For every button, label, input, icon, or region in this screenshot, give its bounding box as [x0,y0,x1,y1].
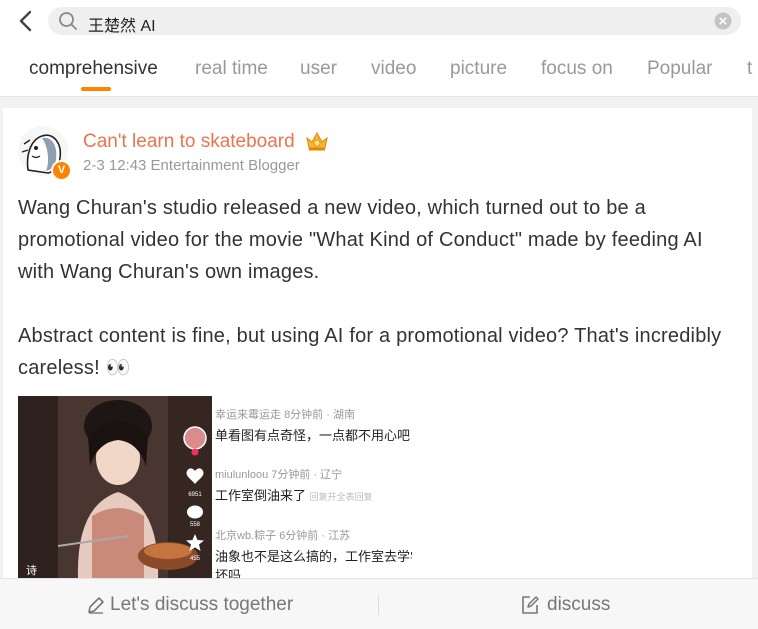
comment-3-text: 油象也不是这么搞的，工作室去学学 [215,549,412,564]
search-bar[interactable]: 王楚然 AI [48,7,741,35]
clear-icon[interactable] [714,12,732,30]
comment-2-user: miulunloou [215,469,269,481]
comment-1-time: 8分钟前 · 湖南 [284,409,355,421]
tab-video[interactable]: video [371,58,416,80]
comment-3-meta: 北京wb.粽子 6分钟前 · 江苏 [215,527,350,543]
discuss-button[interactable]: discuss [547,594,610,616]
vip-crown-icon [306,131,328,151]
verified-badge-icon: V [51,160,72,181]
tab-real-time[interactable]: real time [195,58,268,80]
video-side-icons: 6951 558 455 [182,424,208,578]
tab-user[interactable]: user [300,58,337,80]
comment-2-extra: 回复开全表回复 [309,492,373,502]
post-paragraph-1: Wang Churan's studio released a new vide… [18,197,703,283]
active-tab-indicator [81,87,111,91]
post-meta: 2-3 12:43 Entertainment Blogger [83,157,300,174]
top-bar: 王楚然 AI comprehensive real time user vide… [0,0,758,97]
comment-1-meta: 幸运来霉运走 8分钟前 · 湖南 [215,406,355,422]
comment-3-time: 6分钟前 · 江苏 [279,530,351,542]
likes-count: 6951 [188,492,202,498]
comment-1-text: 单看图有点奇怪，一点都不用心吧 [215,428,411,443]
video-corner-text: 诗 [26,565,37,577]
post-image[interactable]: 6951 558 455 诗 幸运来霉运走 8分钟前 · 湖南 单看图有点奇怪，… [18,396,412,578]
comment-screenshot: 幸运来霉运走 8分钟前 · 湖南 单看图有点奇怪，一点都不用心吧 miulunl… [215,396,412,578]
post-paragraph-2: Abstract content is fine, but using AI f… [18,325,722,379]
stars-count: 455 [190,556,201,562]
comment-2-text: 工作室倒油来了 [215,488,307,503]
video-screenshot: 6951 558 455 诗 [18,396,212,578]
tab-comprehensive[interactable]: comprehensive [29,58,158,80]
post-card[interactable]: V Can't learn to skateboard 2-3 12:43 En… [3,108,752,578]
search-tabs: comprehensive real time user video pictu… [0,52,758,92]
bottom-divider [378,595,379,615]
bottom-bar: Let's discuss together discuss [0,578,758,629]
search-query[interactable]: 王楚然 AI [88,12,156,36]
search-icon [59,12,77,30]
comment-3-user: 北京wb.粽子 [215,530,277,542]
tab-more[interactable]: t [747,58,752,80]
edit-icon [522,596,539,614]
comment-2-time: 7分钟前 · 辽宁 [271,469,343,481]
comment-1-user: 幸运来霉运走 [215,409,281,421]
comment-3-text-2: 坏吗 [215,568,242,578]
back-arrow-icon[interactable] [14,8,38,34]
comment-2-line: 工作室倒油来了 回复开全表回复 [215,485,373,504]
tab-picture[interactable]: picture [450,58,507,80]
comments-count: 558 [190,522,201,528]
tab-popular[interactable]: Popular [647,58,713,80]
comment-2-meta: miulunloou 7分钟前 · 辽宁 [215,466,342,482]
discuss-together-button[interactable]: Let's discuss together [110,594,293,616]
video-action-icons: 6951 558 455 [183,426,207,562]
pen-icon [88,597,104,614]
tab-focus-on[interactable]: focus on [541,58,613,80]
username[interactable]: Can't learn to skateboard [83,131,295,153]
post-text: Wang Churan's studio released a new vide… [18,192,738,384]
